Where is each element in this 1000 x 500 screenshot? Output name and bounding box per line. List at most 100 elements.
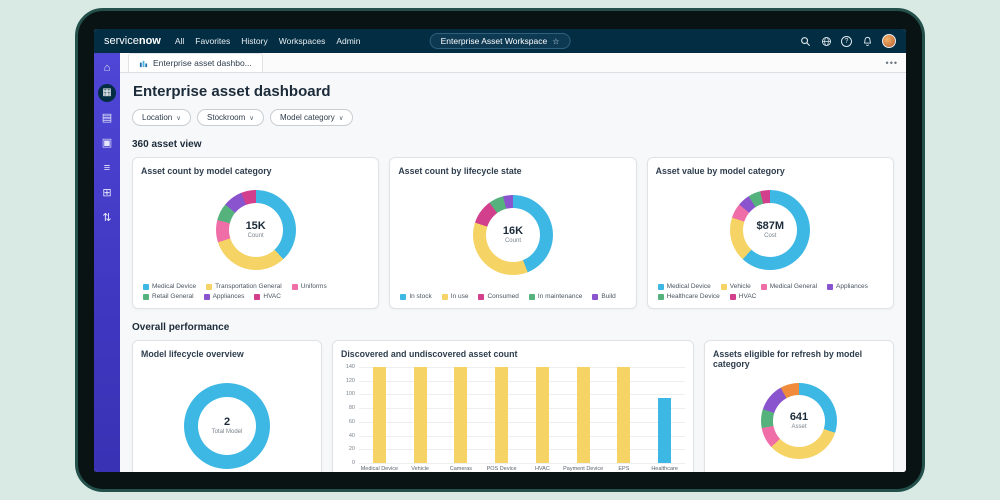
chart-legend: Medical Device Transportation General Unif… — [141, 283, 370, 300]
nav-item-workspaces[interactable]: Workspaces — [279, 36, 326, 46]
donut-chart[interactable]: $87M Cost — [730, 189, 811, 270]
bar-chart[interactable]: 140 120 100 80 60 40 20 0 Medical Device Vehicle… — [341, 359, 685, 472]
donut-chart[interactable]: 2 Total Model — [184, 382, 270, 469]
donut-center-label: Count — [247, 233, 264, 239]
logo-service: service — [104, 35, 139, 47]
tab-enterprise-asset-dashboard[interactable]: Enterprise asset dashbo... — [128, 53, 263, 72]
search-icon[interactable] — [799, 35, 811, 47]
legend-swatch — [478, 293, 485, 300]
y-axis: 140 120 100 80 60 40 20 0 — [341, 364, 359, 466]
legend-item[interactable]: Appliances — [203, 293, 244, 300]
legend-item[interactable]: HVAC — [729, 293, 756, 300]
sidebar-item-transfers-icon[interactable]: ⇅ — [98, 209, 116, 227]
bar-cameras[interactable] — [454, 367, 468, 463]
legend-label: HVAC — [263, 293, 281, 300]
more-icon[interactable]: ••• — [886, 58, 898, 68]
legend-swatch — [657, 283, 664, 290]
app-window: servicenow All Favorites History Workspaces… — [94, 29, 906, 472]
x-axis-label: Vehicle — [411, 466, 429, 472]
nav-item-history[interactable]: History — [241, 36, 267, 46]
sidebar-item-planner-icon[interactable]: ⊞ — [98, 184, 116, 202]
bar-chart-plot-area: 140 120 100 80 60 40 20 0 — [341, 364, 685, 466]
donut-center: 641 Asset — [761, 383, 837, 459]
legend-item[interactable]: HVAC — [254, 293, 281, 300]
x-axis-label: HVAC — [534, 466, 550, 472]
globe-icon[interactable] — [820, 35, 832, 47]
avatar[interactable] — [882, 34, 896, 48]
donut-center-value: 2 — [223, 416, 231, 428]
card-title: Asset count by lifecycle state — [398, 166, 522, 176]
legend-item[interactable]: In use — [441, 293, 468, 300]
legend-label: Medical Device — [152, 283, 197, 290]
legend-item[interactable]: Medical General — [760, 283, 817, 290]
card-title: Model lifecycle overview — [141, 349, 244, 359]
bar-hvac[interactable] — [535, 367, 549, 463]
legend-swatch — [291, 283, 298, 290]
star-icon[interactable]: ☆ — [552, 37, 559, 46]
sidebar-item-home-icon[interactable]: ⌂ — [98, 59, 116, 77]
sidebar: ⌂ ▦ ▤ ▣ ≡ ⊞ ⇅ — [94, 53, 120, 472]
y-tick-label: 60 — [348, 418, 355, 425]
donut-chart[interactable]: 16K Count — [472, 194, 553, 275]
device-frame: servicenow All Favorites History Workspaces… — [75, 8, 925, 492]
legend-swatch — [760, 283, 767, 290]
legend-label: Medical Device — [666, 283, 711, 290]
legend-swatch — [441, 293, 448, 300]
donut-chart[interactable]: 15K Count — [215, 189, 296, 270]
sidebar-item-lists-icon[interactable]: ▤ — [98, 109, 116, 127]
legend-item[interactable]: In stock — [400, 293, 432, 300]
legend-item[interactable]: Appliances — [827, 283, 868, 290]
sidebar-item-inventory-icon[interactable]: ▣ — [98, 134, 116, 152]
chevron-down-icon: ∨ — [249, 114, 255, 122]
bar-payment-device[interactable] — [576, 367, 590, 463]
bar-eps[interactable] — [617, 367, 631, 463]
card-title: Asset value by model category — [655, 166, 785, 176]
legend-item[interactable]: Uniforms — [291, 283, 327, 290]
card-asset-value-by-model-category: Asset value by model category $87M Cost … — [646, 157, 894, 309]
legend-item[interactable]: Medical Device — [143, 283, 196, 290]
bar-vehicle[interactable] — [413, 367, 427, 463]
filter-stockroom[interactable]: Stockroom ∨ — [197, 109, 265, 126]
legend-label: Build — [601, 293, 616, 300]
nav-item-all[interactable]: All — [175, 36, 184, 46]
chevron-down-icon: ∨ — [176, 114, 182, 122]
legend-item[interactable]: Vehicle — [720, 283, 751, 290]
filter-location[interactable]: Location ∨ — [132, 109, 192, 126]
legend-swatch — [528, 293, 535, 300]
donut-center-label: Cost — [764, 233, 777, 239]
filter-model-category[interactable]: Model category ∨ — [270, 109, 354, 126]
bar-pos-device[interactable] — [495, 367, 509, 463]
bell-icon[interactable] — [861, 35, 873, 47]
servicenow-logo[interactable]: servicenow — [104, 35, 161, 47]
donut-center: 2 Total Model — [184, 383, 270, 469]
bar-medical-device[interactable] — [372, 367, 386, 463]
nav-item-admin[interactable]: Admin — [336, 36, 360, 46]
legend-swatch — [143, 293, 149, 300]
plot — [359, 367, 685, 464]
legend-item[interactable]: Build — [592, 293, 616, 300]
legend-item[interactable]: Consumed — [478, 293, 519, 300]
main-area: Enterprise asset dashbo... ••• Enterpris… — [120, 53, 906, 472]
card-discovered-undiscovered-asset-count: Discovered and undiscovered asset count … — [332, 340, 694, 472]
workspace-pill[interactable]: Enterprise Asset Workspace ☆ — [429, 33, 571, 49]
donut-chart[interactable]: 641 Asset — [761, 382, 837, 459]
logo-now: now — [138, 35, 161, 47]
y-tick-label: 40 — [348, 432, 355, 439]
filter-label: Model category — [280, 113, 335, 122]
legend-swatch — [720, 283, 727, 290]
legend-swatch — [592, 293, 599, 300]
sidebar-item-controls-icon[interactable]: ≡ — [98, 159, 116, 177]
y-tick-label: 20 — [348, 446, 355, 453]
bar-healthcare-device[interactable] — [658, 397, 672, 463]
legend-item[interactable]: Medical Device — [657, 283, 711, 290]
help-icon[interactable]: ? — [841, 35, 852, 47]
x-axis-label: Medical Device — [360, 466, 399, 472]
sidebar-item-dashboard-icon[interactable]: ▦ — [98, 84, 116, 102]
legend-item[interactable]: Retail General — [143, 293, 194, 300]
legend-item[interactable]: Transportation General — [206, 283, 282, 290]
nav-item-favorites[interactable]: Favorites — [195, 36, 230, 46]
tab-label: Enterprise asset dashbo... — [153, 58, 252, 68]
legend-swatch — [657, 293, 664, 300]
legend-item[interactable]: Healthcare Device — [657, 293, 720, 300]
legend-item[interactable]: In maintenance — [528, 293, 582, 300]
